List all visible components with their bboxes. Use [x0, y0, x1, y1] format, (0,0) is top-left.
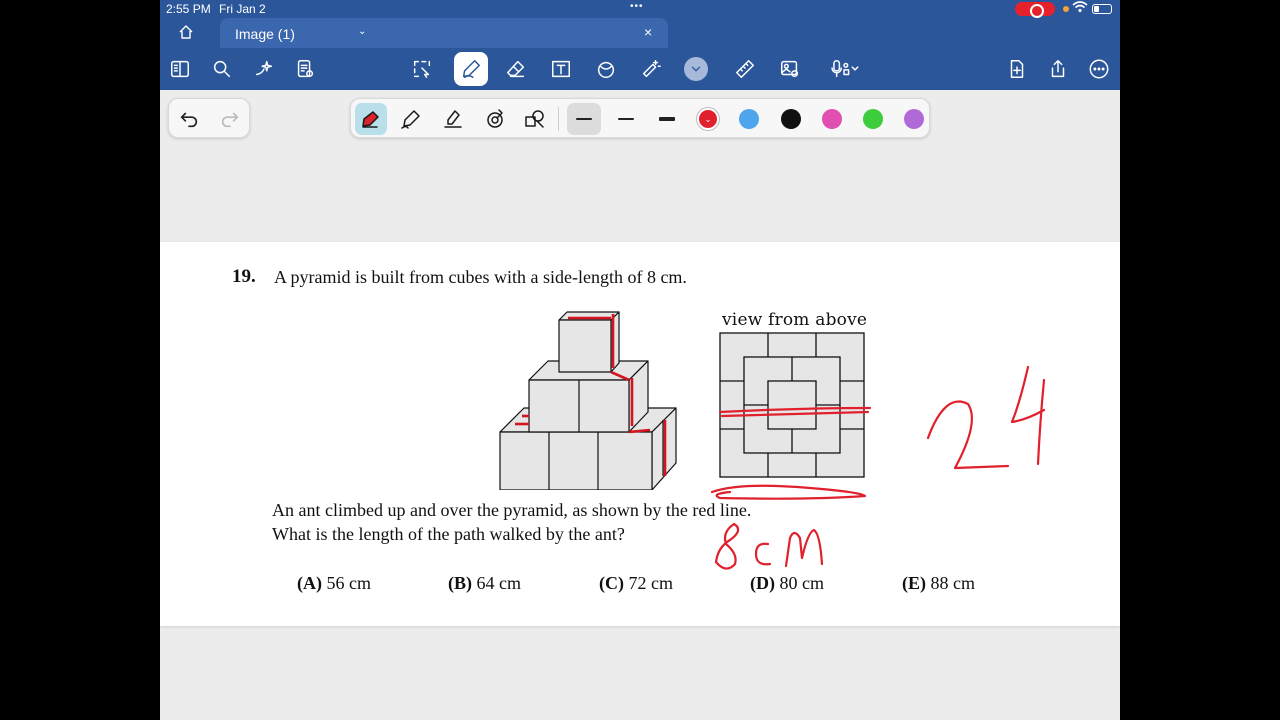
multitasking-dots[interactable]: ••• [630, 1, 644, 12]
mic-in-use-dot [1063, 6, 1069, 12]
color-swatch-purple[interactable] [904, 109, 924, 129]
image-insert-icon[interactable] [776, 55, 804, 83]
undo-redo-group [168, 98, 250, 138]
home-icon[interactable] [178, 24, 194, 45]
audio-record-icon[interactable] [824, 55, 864, 83]
ai-sparkle-icon[interactable] [250, 55, 278, 83]
stroke-thin-option[interactable] [567, 103, 601, 135]
lasso-select-icon[interactable] [408, 55, 436, 83]
status-time: 2:55 PM [166, 2, 211, 16]
more-icon[interactable] [1085, 55, 1113, 83]
document-page[interactable]: 19. A pyramid is built from cubes with a… [160, 242, 1120, 626]
note-canvas[interactable]: ⌄ 19. A pyramid is built from cubes with… [160, 90, 1120, 720]
spiral-pen-tool-icon[interactable] [479, 103, 511, 135]
ink-line-top-view [718, 406, 872, 414]
ballpoint-pen-tool-icon[interactable] [395, 103, 427, 135]
undo-icon[interactable] [178, 108, 200, 130]
stroke-thick-option[interactable] [650, 103, 684, 135]
ink-digit-4-a [1010, 365, 1046, 424]
tab-bar: Image (1) ⌄ × [160, 18, 1120, 48]
page-settings-icon[interactable] [291, 55, 319, 83]
handwritten-ink-layer[interactable] [160, 242, 1120, 626]
redo-icon[interactable] [219, 108, 241, 130]
shape-pen-tool-icon[interactable] [519, 103, 551, 135]
shapes-icon[interactable] [592, 55, 620, 83]
highlighter-tool-icon[interactable] [437, 103, 469, 135]
color-swatch-red[interactable]: ⌄ [697, 108, 719, 130]
stroke-medium-option[interactable] [609, 103, 643, 135]
document-tab[interactable]: Image (1) ⌄ × [220, 18, 668, 48]
color-swatch-pink[interactable] [822, 109, 842, 129]
document-tab-title[interactable]: Image (1) [235, 26, 295, 42]
eraser-icon[interactable] [502, 55, 530, 83]
ink-scribble [710, 484, 867, 500]
battery-icon [1092, 4, 1112, 14]
pen-palette: ⌄ [350, 98, 930, 138]
wifi-icon [1072, 1, 1088, 16]
screen-recording-indicator[interactable] [1015, 2, 1055, 18]
ruler-icon[interactable] [731, 55, 759, 83]
ipad-screen: 2:55 PM Fri Jan 2 ••• Image (1) ⌄ × ⌄ 19… [160, 0, 1120, 720]
fountain-pen-tool-icon[interactable] [355, 103, 387, 135]
ink-line-top-view-2 [720, 410, 870, 418]
ink-letter-m [784, 528, 824, 568]
ink-letter-c [754, 542, 772, 566]
reader-view-icon[interactable] [166, 55, 194, 83]
pen-icon[interactable] [454, 52, 488, 86]
tab-chevron-down-icon[interactable]: ⌄ [358, 26, 366, 37]
color-swatch-green[interactable] [863, 109, 883, 129]
ink-digit-2 [926, 400, 1010, 470]
main-toolbar [160, 48, 1120, 90]
status-date: Fri Jan 2 [219, 2, 266, 16]
sticker-icon[interactable] [637, 55, 665, 83]
search-icon[interactable] [208, 55, 236, 83]
add-page-icon[interactable] [1003, 55, 1031, 83]
ink-digit-4-b [1036, 378, 1046, 466]
status-bar: 2:55 PM Fri Jan 2 ••• [160, 0, 1120, 18]
share-icon[interactable] [1044, 55, 1072, 83]
ink-digit-8 [714, 522, 740, 570]
text-box-icon[interactable] [547, 55, 575, 83]
palette-divider [558, 107, 559, 131]
color-swatch-blue[interactable] [739, 109, 759, 129]
more-tools-chevron-icon[interactable] [684, 57, 708, 81]
color-swatch-black[interactable] [781, 109, 801, 129]
tab-close-icon[interactable]: × [644, 24, 652, 40]
